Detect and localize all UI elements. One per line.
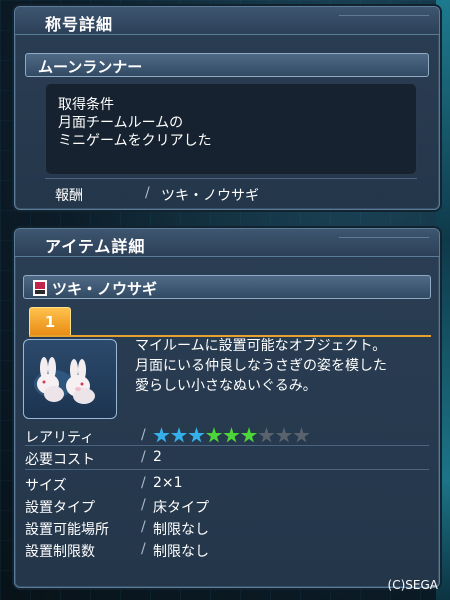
placement-limit-separator: / — [141, 541, 146, 557]
condition-label: 取得条件 — [58, 97, 114, 113]
placement-type-value: 床タイプ — [153, 500, 209, 516]
header-decoration — [339, 237, 429, 247]
condition-line: ミニゲームをクリアした — [58, 133, 212, 149]
item-name-bar: ツキ・ノウサギ — [23, 275, 431, 299]
reward-value: ツキ・ノウサギ — [161, 188, 259, 204]
item-detail-panel: アイテム詳細 ツキ・ノウサギ 1 マイルームに設置可能なオブジェクト。 月面にい… — [14, 228, 440, 588]
rarity-star — [205, 427, 223, 443]
size-separator: / — [141, 475, 146, 491]
title-detail-panel: 称号詳細 ムーンランナー 取得条件 月面チームルームの ミニゲームをクリアした … — [14, 6, 440, 210]
title-detail-header: 称号詳細 — [15, 7, 439, 35]
rarity-separator: / — [141, 427, 146, 443]
reward-label: 報酬 — [55, 188, 83, 204]
copyright-text: (C)SEGA — [387, 578, 438, 592]
header-decoration — [339, 15, 429, 25]
reward-divider — [45, 178, 417, 179]
description-line: 月面にいる仲良しなうさぎの姿を模した — [135, 358, 387, 374]
condition-line: 月面チームルームの — [58, 115, 184, 131]
rarity-label: レアリティ — [25, 430, 95, 446]
description-line: 愛らしい小さなぬいぐるみ。 — [135, 378, 317, 394]
rarity-star — [240, 427, 258, 443]
rabbit-plush-icon — [34, 357, 95, 404]
cost-value: 2 — [153, 449, 162, 465]
reward-separator: / — [145, 185, 150, 201]
rarity-star — [275, 427, 293, 443]
cost-divider — [25, 469, 429, 470]
rarity-star — [223, 427, 240, 443]
size-label: サイズ — [25, 478, 67, 494]
item-icon-frame — [23, 339, 117, 419]
cost-separator: / — [141, 449, 146, 465]
placement-location-separator: / — [141, 519, 146, 535]
rarity-star — [170, 427, 188, 443]
rarity-star — [293, 427, 310, 443]
title-name: ムーンランナー — [38, 58, 143, 76]
furniture-icon — [33, 280, 47, 296]
rarity-stars — [153, 427, 393, 445]
placement-location-value: 制限なし — [153, 522, 209, 538]
condition-box: 取得条件 月面チームルームの ミニゲームをクリアした — [45, 83, 417, 175]
cost-label: 必要コスト — [25, 452, 95, 468]
placement-type-label: 設置タイプ — [25, 500, 95, 516]
item-detail-heading: アイテム詳細 — [45, 237, 146, 256]
placement-limit-value: 制限なし — [153, 544, 209, 560]
title-detail-heading: 称号詳細 — [45, 15, 114, 34]
item-detail-header: アイテム詳細 — [15, 229, 439, 257]
item-name: ツキ・ノウサギ — [52, 280, 158, 298]
item-tab-1[interactable]: 1 — [29, 307, 71, 337]
rarity-star — [153, 427, 170, 443]
size-value: 2×1 — [153, 475, 183, 491]
placement-type-separator: / — [141, 497, 146, 513]
rarity-divider — [25, 445, 429, 446]
rarity-star — [188, 427, 205, 443]
description-line: マイルームに設置可能なオブジェクト。 — [135, 338, 387, 354]
title-name-bar: ムーンランナー — [25, 53, 429, 77]
placement-limit-label: 設置制限数 — [25, 544, 95, 560]
rarity-star — [258, 427, 275, 443]
placement-location-label: 設置可能場所 — [25, 522, 109, 538]
